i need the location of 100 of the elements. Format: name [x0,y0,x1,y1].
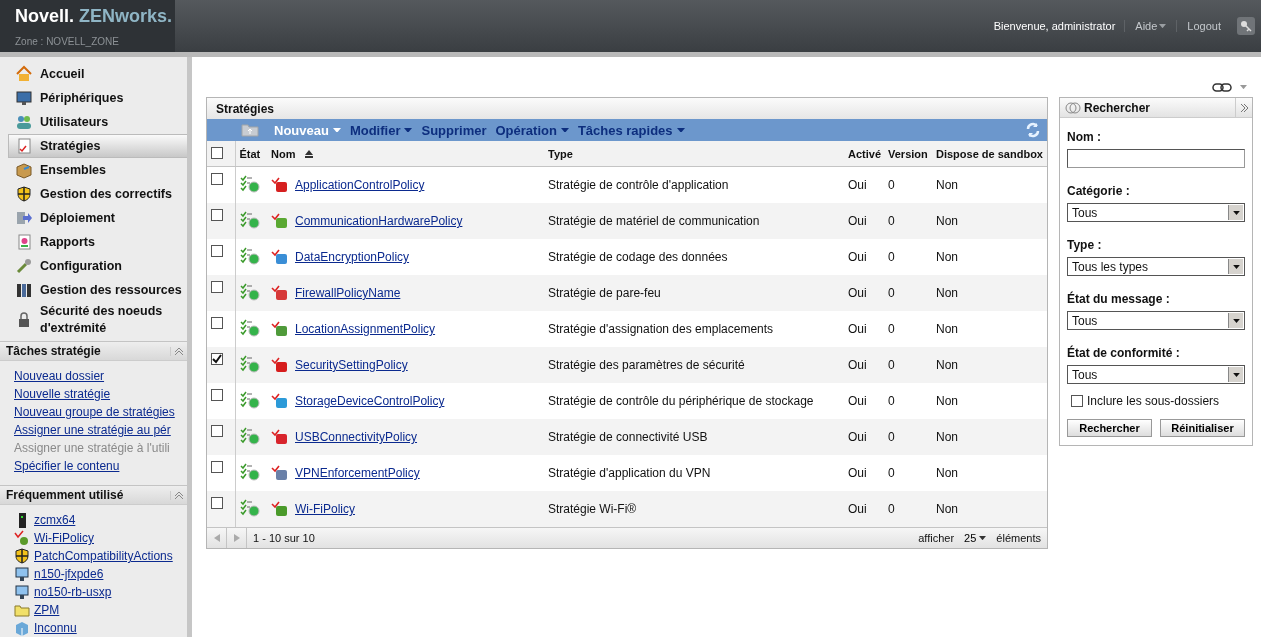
table-cell: 0 [884,203,932,239]
page-size-select[interactable]: 25 [960,532,991,544]
table-cell: 0 [884,455,932,491]
table-cell: Oui [844,455,884,491]
name-field[interactable] [1067,149,1245,168]
toolbar-button[interactable]: Opération [495,122,569,138]
policy-link[interactable]: USBConnectivityPolicy [295,430,418,444]
policy-icon [271,285,289,301]
deploy-icon [15,209,33,227]
key-button[interactable] [1237,17,1255,35]
nav-item[interactable]: Utilisateurs [0,110,187,134]
status-checklist-icon [239,174,260,193]
nav-item[interactable]: Stratégies [8,134,187,158]
recent-link[interactable]: zcmx64 [34,511,76,529]
checkbox[interactable] [211,461,223,473]
checkbox[interactable] [211,146,223,159]
task-link[interactable]: Assigner une stratégie au pér [14,421,187,439]
caret-icon [1232,372,1240,377]
show-label: afficher [917,532,956,544]
status-checklist-icon [239,246,260,265]
recent-link[interactable]: Inconnu [34,619,77,637]
table-cell: 0 [884,347,932,383]
table-cell: Oui [844,239,884,275]
recent-link[interactable]: PatchCompatibilityActions [34,547,173,565]
recent-link[interactable]: n150-jfxpde6 [34,565,104,583]
status-checklist-icon [239,354,260,373]
search-form-button[interactable]: Réinitialiser [1160,419,1245,437]
monitor-icon [14,584,30,600]
nav-item[interactable]: Périphériques [0,86,187,110]
logout-link[interactable]: Logout [1176,20,1231,32]
status-checklist-icon [239,498,260,517]
recent-link[interactable]: ZPM [34,601,60,619]
link-icon[interactable] [1212,82,1232,92]
checkbox[interactable] [211,389,223,401]
nav-item[interactable]: Accueil [0,62,187,86]
task-link[interactable]: Nouveau groupe de stratégies [14,403,187,421]
table-cell: 0 [884,491,932,527]
column-header[interactable]: Nom [271,147,314,160]
users-icon [15,113,33,131]
table-cell: Stratégie des paramètres de sécurité [544,347,844,383]
task-link[interactable]: Nouveau dossier [14,367,187,385]
recent-link[interactable]: no150-rb-usxp [34,583,112,601]
checkbox[interactable] [211,497,223,509]
field-label: État de conformité : [1067,346,1181,360]
nav-item[interactable]: Gestion des ressources [0,278,187,302]
field-label: État du message : [1067,292,1171,306]
nav-item[interactable]: Ensembles [0,158,187,182]
policy-link[interactable]: ApplicationControlPolicy [295,178,425,192]
nav-item[interactable]: Déploiement [0,206,187,230]
table-cell: Oui [844,311,884,347]
toolbar-button[interactable]: Supprimer [421,122,487,138]
toolbar-button[interactable]: Tâches rapides [577,122,685,138]
field-label: Type : [1067,238,1103,252]
nav-item[interactable]: Sécurité des noeuds d'extrémité [0,302,187,337]
table-cell: 0 [884,166,932,203]
checkbox[interactable] [211,353,223,365]
column-header[interactable]: Type [548,147,573,160]
policy-icon [271,213,289,229]
caret-icon [1232,264,1240,269]
table-cell: Stratégie de connectivité USB [544,419,844,455]
brand-name: Novell. [15,6,75,27]
policy-link[interactable]: LocationAssignmentPolicy [295,322,436,336]
policy-link[interactable]: FirewallPolicyName [295,286,401,300]
recent-link[interactable]: Wi-FiPolicy [34,529,94,547]
monitor-icon [15,89,33,107]
product-name: ZENworks. [79,6,173,27]
checkbox[interactable] [211,209,223,221]
policy-link[interactable]: DataEncryptionPolicy [295,250,410,264]
policy-link[interactable]: StorageDeviceControlPolicy [295,394,445,408]
checkbox[interactable] [211,281,223,293]
checkbox[interactable] [211,425,223,437]
status-checklist-icon [239,462,260,481]
shield-icon [15,185,33,203]
dropdown-field[interactable]: Tous les types [1067,257,1245,276]
search-title: Rechercher [1084,100,1151,115]
dropdown-field[interactable]: Tous [1067,365,1245,384]
policy-link[interactable]: CommunicationHardwarePolicy [295,214,463,228]
policy-link[interactable]: Wi-FiPolicy [295,502,355,516]
refresh-icon[interactable] [1025,122,1041,138]
box-icon [15,161,33,179]
help-menu[interactable]: Aide [1124,20,1177,32]
field-label: Catégorie : [1067,184,1131,198]
checkbox[interactable] [211,317,223,329]
task-link[interactable]: Nouvelle stratégie [14,385,187,403]
policy-link[interactable]: SecuritySettingPolicy [295,358,408,372]
nav-item[interactable]: Gestion des correctifs [0,182,187,206]
dropdown-field[interactable]: Tous [1067,203,1245,222]
dropdown-field[interactable]: Tous [1067,311,1245,330]
checkbox[interactable] [1071,395,1083,407]
policy-link[interactable]: VPNEnforcementPolicy [295,466,420,480]
task-link[interactable]: Spécifier le contenu [14,457,187,475]
checkbox[interactable] [211,173,223,185]
table-cell: Stratégie de matériel de communication [544,203,844,239]
report-icon [15,233,33,251]
toolbar-button[interactable]: Modifier [349,122,413,138]
checkbox[interactable] [211,245,223,257]
search-icon [1065,100,1081,115]
nav-item[interactable]: Rapports [0,230,187,254]
search-form-button[interactable]: Rechercher [1067,419,1152,437]
nav-item[interactable]: Configuration [0,254,187,278]
